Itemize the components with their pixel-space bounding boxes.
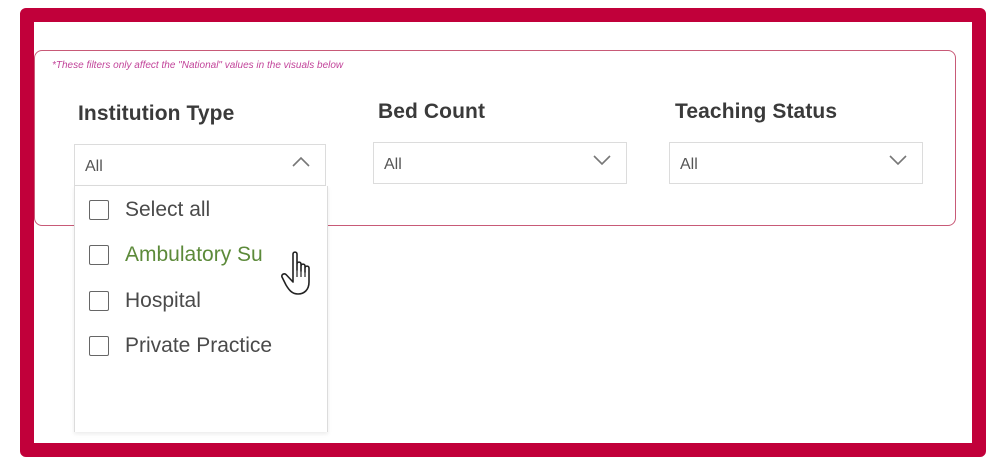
option-label: Private Practice [125,334,273,357]
teaching-status-title: Teaching Status [675,100,838,123]
hand-pointer-icon [281,251,310,295]
checkbox[interactable] [89,245,109,265]
chevron-down-icon [593,155,611,166]
option-hospital[interactable]: Hospital [89,288,201,314]
option-private-practice[interactable]: Private Practice [89,333,272,359]
bed-count-value: All [384,156,402,173]
teaching-status-dropdown[interactable]: All [669,142,923,184]
institution-type-dropdown[interactable]: All [74,144,326,186]
option-label: Ambulatory Su [125,243,263,266]
option-label: Hospital [125,289,201,312]
checkbox[interactable] [89,336,109,356]
chevron-down-icon [889,155,907,166]
filter-note: *These filters only affect the "National… [52,60,344,71]
institution-type-value: All [85,158,103,175]
option-select-all[interactable]: Select all [89,197,210,223]
chevron-up-icon [292,156,310,167]
option-ambulatory[interactable]: Ambulatory Su [89,242,263,268]
bed-count-title: Bed Count [378,100,486,123]
institution-type-option-list: Select all Ambulatory Su Hospital Privat… [74,186,328,432]
option-label: Select all [125,198,211,221]
bed-count-dropdown[interactable]: All [373,142,627,184]
institution-type-title: Institution Type [78,102,235,125]
teaching-status-value: All [680,156,698,173]
checkbox[interactable] [89,291,109,311]
checkbox[interactable] [89,200,109,220]
